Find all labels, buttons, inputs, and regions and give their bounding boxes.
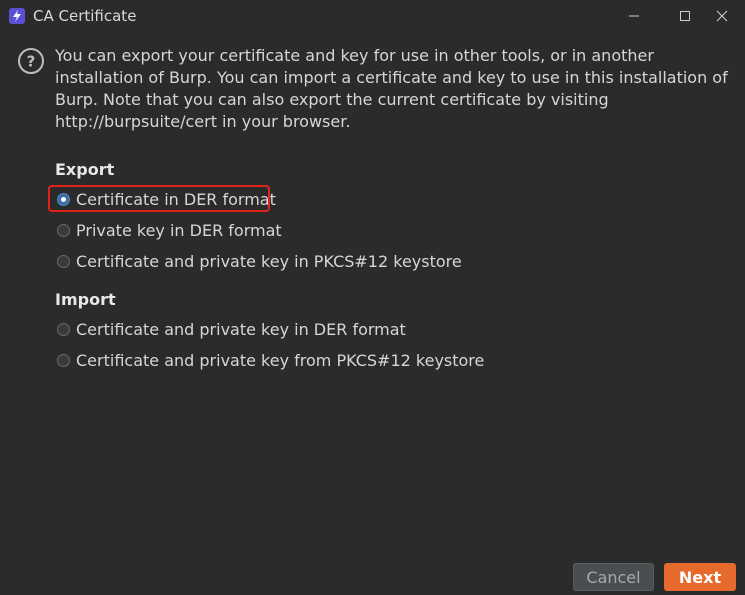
close-button[interactable]: [699, 0, 745, 32]
minimize-button[interactable]: [611, 0, 657, 32]
import-section-title: Import: [55, 290, 116, 309]
radio-unselected-icon[interactable]: [57, 223, 70, 237]
svg-text:?: ?: [27, 53, 36, 71]
radio-selected-icon[interactable]: [57, 192, 70, 206]
radio-export-key-der[interactable]: Private key in DER format: [57, 219, 282, 241]
radio-label: Private key in DER format: [76, 220, 282, 240]
radio-unselected-icon[interactable]: [57, 322, 70, 336]
radio-unselected-icon[interactable]: [57, 254, 70, 268]
export-section-title: Export: [55, 160, 115, 179]
radio-import-der[interactable]: Certificate and private key in DER forma…: [57, 318, 406, 340]
help-icon: ?: [17, 47, 45, 75]
radio-label: Certificate in DER format: [76, 189, 276, 209]
radio-label: Certificate and private key from PKCS#12…: [76, 350, 485, 370]
maximize-icon: [680, 11, 690, 21]
burp-app-icon: [9, 8, 25, 24]
radio-export-pkcs12[interactable]: Certificate and private key in PKCS#12 k…: [57, 250, 462, 272]
radio-unselected-icon[interactable]: [57, 353, 70, 367]
radio-label: Certificate and private key in PKCS#12 k…: [76, 251, 462, 271]
description-text: You can export your certificate and key …: [55, 46, 728, 131]
title-bar: CA Certificate: [0, 0, 745, 34]
radio-import-pkcs12[interactable]: Certificate and private key from PKCS#12…: [57, 349, 484, 371]
next-button[interactable]: Next: [664, 563, 736, 591]
minimize-icon: [629, 15, 639, 17]
close-icon: [716, 10, 728, 22]
radio-label: Certificate and private key in DER forma…: [76, 319, 406, 339]
cancel-button[interactable]: Cancel: [573, 563, 654, 591]
window-title: CA Certificate: [33, 7, 137, 25]
radio-export-cert-der[interactable]: Certificate in DER format: [57, 188, 276, 210]
